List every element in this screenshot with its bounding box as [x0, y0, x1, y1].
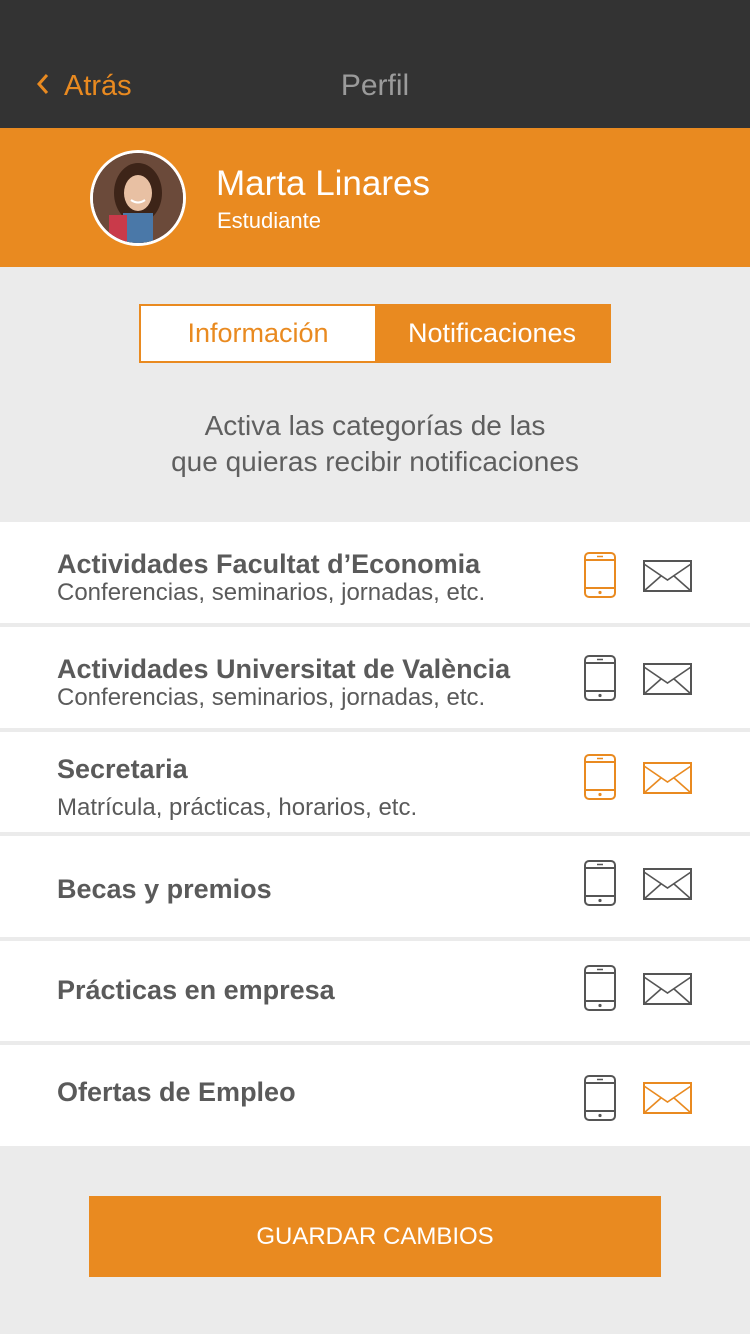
tab-notificaciones[interactable]: Notificaciones	[375, 306, 609, 361]
category-row: Becas y premios	[0, 836, 750, 937]
avatar	[90, 150, 186, 246]
mail-icon[interactable]	[643, 868, 692, 900]
navbar: Atrás Perfil	[0, 0, 750, 128]
profile-name: Marta Linares	[216, 164, 430, 203]
category-title: Actividades Facultat d’Economia	[57, 549, 481, 579]
category-title: Becas y premios	[57, 874, 272, 904]
phone-icon[interactable]	[584, 754, 616, 800]
instructions-line-1: Activa las categorías de las	[204, 410, 546, 441]
tab-informacion[interactable]: Información	[141, 306, 375, 361]
mail-icon[interactable]	[643, 663, 692, 695]
category-row: Prácticas en empresa	[0, 941, 750, 1041]
category-row: Secretaria Matrícula, prácticas, horario…	[0, 732, 750, 832]
mail-icon[interactable]	[643, 973, 692, 1005]
page-title: Perfil	[340, 69, 410, 102]
phone-icon[interactable]	[584, 655, 616, 701]
phone-icon[interactable]	[584, 1075, 616, 1121]
profile-header: Marta Linares Estudiante	[0, 128, 750, 267]
mail-icon[interactable]	[643, 762, 692, 794]
category-subtitle: Matrícula, prácticas, horarios, etc.	[57, 794, 418, 821]
category-title: Prácticas en empresa	[57, 975, 335, 1005]
category-title: Ofertas de Empleo	[57, 1077, 296, 1107]
category-title: Actividades Universitat de València	[57, 654, 511, 684]
phone-icon[interactable]	[584, 965, 616, 1011]
profile-role: Estudiante	[217, 208, 321, 233]
phone-icon[interactable]	[584, 552, 616, 598]
mail-icon[interactable]	[643, 560, 692, 592]
category-row: Actividades Facultat d’Economia Conferen…	[0, 522, 750, 623]
phone-icon[interactable]	[584, 860, 616, 906]
segmented-control: Información Notificaciones	[139, 304, 611, 363]
category-row: Ofertas de Empleo	[0, 1045, 750, 1146]
instructions-line-2: que quieras recibir notificaciones	[171, 446, 579, 477]
category-subtitle: Conferencias, seminarios, jornadas, etc.	[57, 579, 486, 606]
category-row: Actividades Universitat de València Conf…	[0, 627, 750, 728]
save-changes-button[interactable]: GUARDAR CAMBIOS	[89, 1196, 661, 1277]
mail-icon[interactable]	[643, 1082, 692, 1114]
category-title: Secretaria	[57, 754, 188, 784]
category-subtitle: Conferencias, seminarios, jornadas, etc.	[57, 684, 486, 711]
instructions-text: Activa las categorías de las que quieras…	[0, 408, 750, 480]
